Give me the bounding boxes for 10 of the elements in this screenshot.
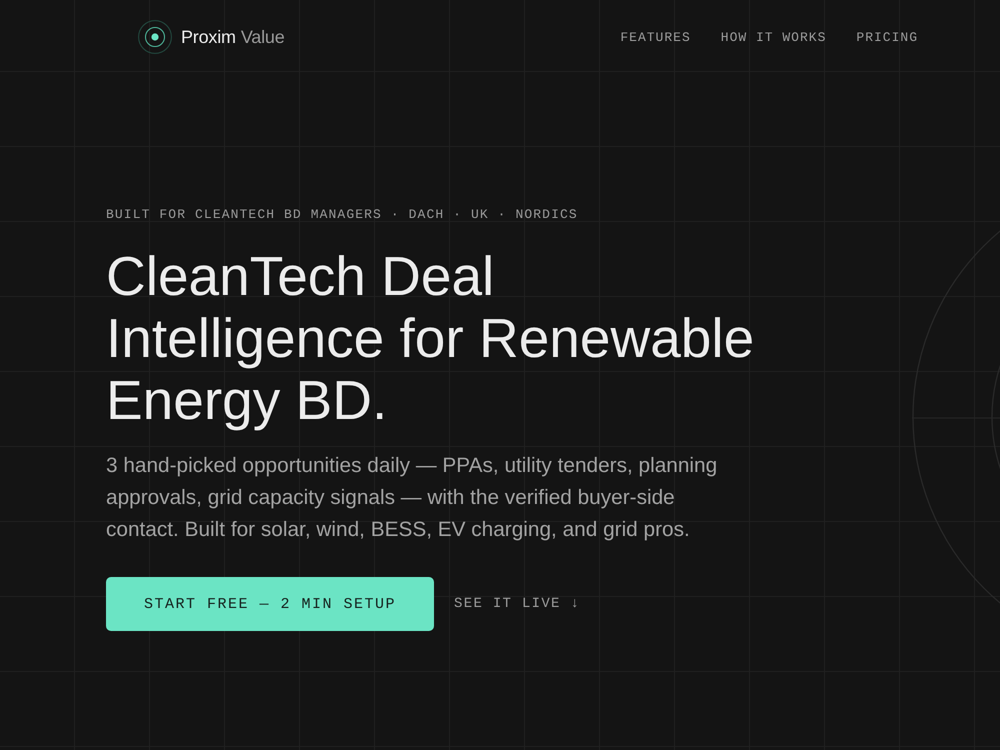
hero-heading: CleanTech Deal Intelligence for Renewable Energy BD. <box>106 245 756 431</box>
see-it-live-link[interactable]: SEE IT LIVE ↓ <box>454 596 580 612</box>
brand-name[interactable]: Proxim Value <box>181 26 285 48</box>
hero-description: 3 hand-picked opportunities daily — PPAs, utility tenders, planning approvals, grid capacity signals — with the verified buyer-side contact. Built for solar, wind, BESS, EV charging, and grid pros. <box>106 453 718 543</box>
start-free-button[interactable]: START FREE — 2 MIN SETUP <box>106 577 434 631</box>
logo-icon <box>138 20 172 54</box>
nav-link[interactable]: FEATURES <box>620 30 691 44</box>
eyebrow-text: BUILT FOR CLEANTECH BD MANAGERS · DACH · UK · NORDICS <box>106 207 578 223</box>
nav-link[interactable]: HOW IT WORKS <box>720 30 826 44</box>
nav-link[interactable]: PRICING <box>856 30 918 44</box>
